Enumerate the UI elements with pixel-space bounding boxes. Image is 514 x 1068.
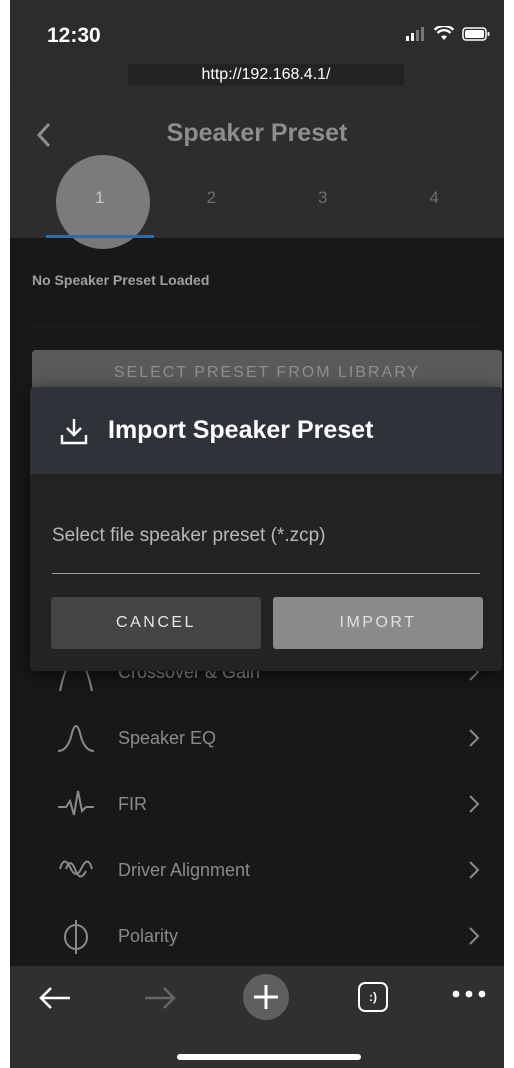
chevron-right-icon <box>469 927 480 945</box>
address-bar[interactable]: http://192.168.4.1/ <box>128 64 404 86</box>
file-select-field[interactable]: Select file speaker preset (*.zcp) <box>52 523 480 574</box>
cellular-signal-icon <box>406 26 424 41</box>
tab-1[interactable]: 1 <box>44 174 156 238</box>
more-options-icon[interactable] <box>452 990 486 998</box>
status-icons <box>406 26 490 41</box>
app-header: Speaker Preset 1 2 3 4 <box>10 92 504 249</box>
home-indicator <box>177 1054 361 1060</box>
alignment-icon <box>59 860 93 878</box>
chevron-right-icon <box>469 795 480 813</box>
divider <box>32 326 482 327</box>
back-arrow-icon[interactable] <box>38 986 72 1010</box>
menu-item-label: FIR <box>118 794 147 814</box>
import-button[interactable]: IMPORT <box>273 597 483 649</box>
menu-item-label: Driver Alignment <box>118 860 251 880</box>
phone-screen: 12:30 http://192.168.4.1/ Speaker Preset <box>10 0 504 1068</box>
status-bar: 12:30 http://192.168.4.1/ <box>10 0 504 92</box>
menu-item-driver-alignment[interactable]: Driver Alignment <box>10 838 504 904</box>
chevron-right-icon <box>469 861 480 879</box>
status-time: 12:30 <box>47 24 101 47</box>
menu-item-polarity[interactable]: Polarity <box>10 904 504 970</box>
chevron-right-icon <box>469 729 480 747</box>
wifi-icon <box>434 26 454 40</box>
preset-status-text: No Speaker Preset Loaded <box>32 272 210 288</box>
page-title: Speaker Preset <box>166 119 348 147</box>
import-dialog: Import Speaker Preset Select file speake… <box>30 387 502 671</box>
menu-item-fir[interactable]: FIR <box>10 772 504 838</box>
dialog-header: Import Speaker Preset <box>30 387 502 474</box>
tab-2[interactable]: 2 <box>156 174 268 238</box>
forward-arrow-icon[interactable] <box>143 986 177 1010</box>
settings-menu: Crossover & Gain Speaker EQ FIR Driver A… <box>10 640 504 970</box>
menu-item-label: Speaker EQ <box>118 728 217 748</box>
tabs-button[interactable]: :) <box>358 982 388 1012</box>
preset-tabs: 1 2 3 4 <box>44 174 490 238</box>
browser-toolbar: :) <box>10 966 504 1068</box>
new-tab-plus-icon[interactable] <box>242 973 290 1021</box>
battery-icon <box>462 26 490 41</box>
tab-3[interactable]: 3 <box>267 174 379 238</box>
download-icon <box>60 419 88 445</box>
cancel-button[interactable]: CANCEL <box>51 597 261 649</box>
eq-curve-icon <box>57 725 95 752</box>
file-field-placeholder: Select file speaker preset (*.zcp) <box>52 525 326 546</box>
menu-item-speaker-eq[interactable]: Speaker EQ <box>10 706 504 772</box>
dialog-title: Import Speaker Preset <box>108 416 374 444</box>
menu-item-label: Polarity <box>118 926 179 946</box>
fir-icon <box>58 790 94 816</box>
polarity-icon <box>64 920 88 954</box>
tab-4[interactable]: 4 <box>379 174 491 238</box>
